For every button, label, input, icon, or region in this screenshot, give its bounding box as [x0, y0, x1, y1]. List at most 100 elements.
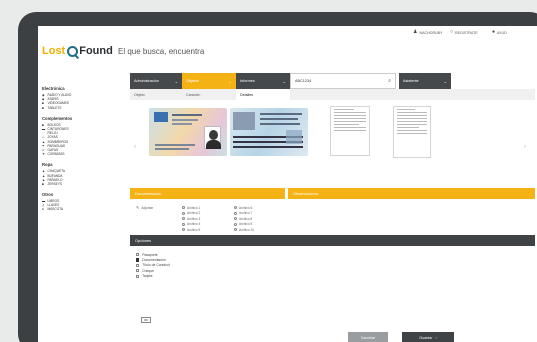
- opciones-title: Opciones: [135, 238, 152, 243]
- sidebar: Electrónica ◉ RADIO Y AUDIO ◆ ATARIS ■ VIDE…: [42, 86, 120, 218]
- file-option[interactable]: Archivo 5: [182, 227, 200, 233]
- cancel-button[interactable]: Cancelar: [348, 332, 388, 342]
- sidebar-group-electronica: Electrónica ◉ RADIO Y AUDIO ◆ ATARIS ■ VIDE…: [42, 86, 120, 110]
- tablet-icon: ■: [42, 105, 44, 110]
- radio-button[interactable]: [234, 222, 237, 226]
- help-icon: ●: [492, 29, 496, 35]
- app-screen: ♟ NACHORUBY ○ REGISTRATE ● AYUD Lost Fou…: [38, 26, 537, 342]
- sidebar-item-label: JERSEYS: [47, 181, 63, 186]
- radio-button[interactable]: [182, 211, 185, 215]
- radio-button[interactable]: [182, 228, 185, 232]
- id-card-image[interactable]: [149, 108, 227, 156]
- attach-control[interactable]: ✎ Adjuntar: [136, 205, 153, 211]
- sidebar-item-label: TABLETS: [47, 105, 62, 110]
- observaciones-header: Observaciones: [288, 188, 535, 199]
- search-input[interactable]: ABC1234 ⌕: [290, 73, 396, 89]
- sidebar-item[interactable]: ● MASCOTA: [42, 207, 120, 211]
- save-label: Guardar: [419, 336, 433, 340]
- tab-label: Detalles: [240, 92, 253, 97]
- option-label: Tarjeta: [142, 274, 153, 279]
- logo-found: Found: [79, 45, 113, 57]
- flag-icon: [154, 112, 168, 122]
- observaciones-title: Observaciones: [293, 191, 319, 196]
- checkbox[interactable]: [136, 263, 140, 268]
- file-label: Archivo 10: [239, 227, 255, 232]
- radio-button[interactable]: [234, 217, 237, 221]
- sidebar-title: Ropa: [42, 162, 53, 168]
- chevron-down-icon: ⌄: [443, 78, 447, 84]
- user-icon: ♟: [413, 29, 418, 35]
- file-label: Archivo 1: [187, 205, 201, 210]
- id-card-back-image[interactable]: [230, 108, 308, 156]
- checkbox-checked[interactable]: [136, 258, 140, 262]
- checkbox[interactable]: [136, 274, 140, 278]
- sub-tabs: Objeto Caracter. Detalles: [130, 89, 535, 100]
- radio-button[interactable]: [182, 222, 185, 226]
- sidebar-title: Otros: [42, 192, 54, 197]
- document-page-image[interactable]: [393, 106, 431, 158]
- chevron-down-icon: ⌄: [282, 78, 286, 84]
- tab-detalles[interactable]: Detalles: [236, 89, 290, 100]
- file-option[interactable]: Archivo 10: [234, 227, 254, 233]
- admin-label: Administración: [134, 79, 159, 83]
- tab-objeto[interactable]: Objeto: [130, 89, 182, 100]
- file-label: Archivo 7: [239, 211, 253, 216]
- tab-label: Caracter.: [186, 92, 201, 97]
- file-label: Archivo 5: [187, 227, 201, 232]
- sidebar-item-label: MASCOTA: [47, 207, 64, 212]
- checkbox[interactable]: [136, 253, 140, 257]
- sidebar-item-label: CORBATAS: [47, 152, 65, 157]
- option-label: Pasaporte: [142, 252, 158, 257]
- sidebar-item[interactable]: ■ JERSEYS: [42, 182, 120, 186]
- radio-button[interactable]: [234, 211, 237, 215]
- main-toolbar: Administración ⌄ Objetos ⌄ Informes ⌄ ABC12…: [130, 73, 535, 89]
- objetos-dropdown[interactable]: Objetos ⌄: [182, 73, 236, 89]
- objetos-label: Objetos: [186, 79, 200, 83]
- sweater-icon: ■: [42, 181, 44, 186]
- file-label: Archivo 9: [239, 222, 253, 227]
- register-link[interactable]: ○ REGISTRATE: [450, 30, 478, 35]
- file-label: Archivo 6: [239, 205, 253, 210]
- chevron-left-icon[interactable]: ‹: [134, 144, 136, 150]
- cancel-label: Cancelar: [360, 336, 376, 340]
- tab-label: Objeto: [134, 92, 145, 97]
- radio-button[interactable]: [234, 206, 237, 210]
- user-dropdown-label: Asistente: [403, 79, 419, 83]
- checkbox[interactable]: [136, 269, 140, 273]
- magnifier-icon: [67, 45, 79, 57]
- document-page-image[interactable]: [330, 106, 370, 156]
- tab-caracter[interactable]: Caracter.: [182, 89, 236, 100]
- paw-icon: ●: [42, 207, 44, 212]
- logo-lost: Lost: [42, 45, 66, 57]
- file-label: Archivo 4: [187, 222, 201, 227]
- search-icon[interactable]: ⌕: [388, 78, 391, 84]
- admin-dropdown[interactable]: Administración ⌄: [130, 73, 182, 89]
- sidebar-item[interactable]: ▼ CORBATAS: [42, 152, 120, 156]
- help-link[interactable]: ● AYUD: [492, 30, 507, 35]
- informes-dropdown[interactable]: Informes ⌄: [236, 73, 290, 89]
- logo[interactable]: Lost Found: [42, 45, 113, 57]
- sidebar-title: Complementos: [42, 115, 73, 121]
- options-list: Pasaporte Documentación Título de Conduc…: [136, 252, 170, 279]
- ok-button[interactable]: OK: [141, 317, 151, 323]
- tagline: El que busca, encuentra: [118, 47, 205, 56]
- chevron-right-icon[interactable]: ›: [524, 144, 526, 150]
- save-button[interactable]: Guardar ›: [402, 332, 454, 342]
- files-column-2: Archivo 6 Archivo 7 Archivo 8 Archivo 9 …: [234, 205, 254, 233]
- user-link[interactable]: ♟ NACHORUBY: [413, 30, 442, 35]
- user-dropdown[interactable]: Asistente ⌄: [399, 73, 451, 89]
- chevron-down-icon: ⌄: [228, 78, 232, 84]
- option-item[interactable]: Tarjeta: [136, 274, 170, 279]
- documentacion-header: Documentación: [130, 188, 285, 199]
- option-label: Cheque: [142, 268, 155, 273]
- radio-button[interactable]: [182, 217, 185, 221]
- radio-button[interactable]: [234, 228, 237, 232]
- tie-icon: ▼: [42, 152, 46, 157]
- sidebar-item[interactable]: ■ TABLETS: [42, 106, 120, 110]
- file-label: Archivo 2: [187, 211, 201, 216]
- paperclip-icon: ✎: [136, 205, 140, 211]
- documentacion-title: Documentación: [135, 191, 162, 196]
- file-label: Archivo 3: [187, 216, 201, 221]
- user-label: NACHORUBY: [419, 30, 443, 35]
- radio-button[interactable]: [182, 206, 185, 210]
